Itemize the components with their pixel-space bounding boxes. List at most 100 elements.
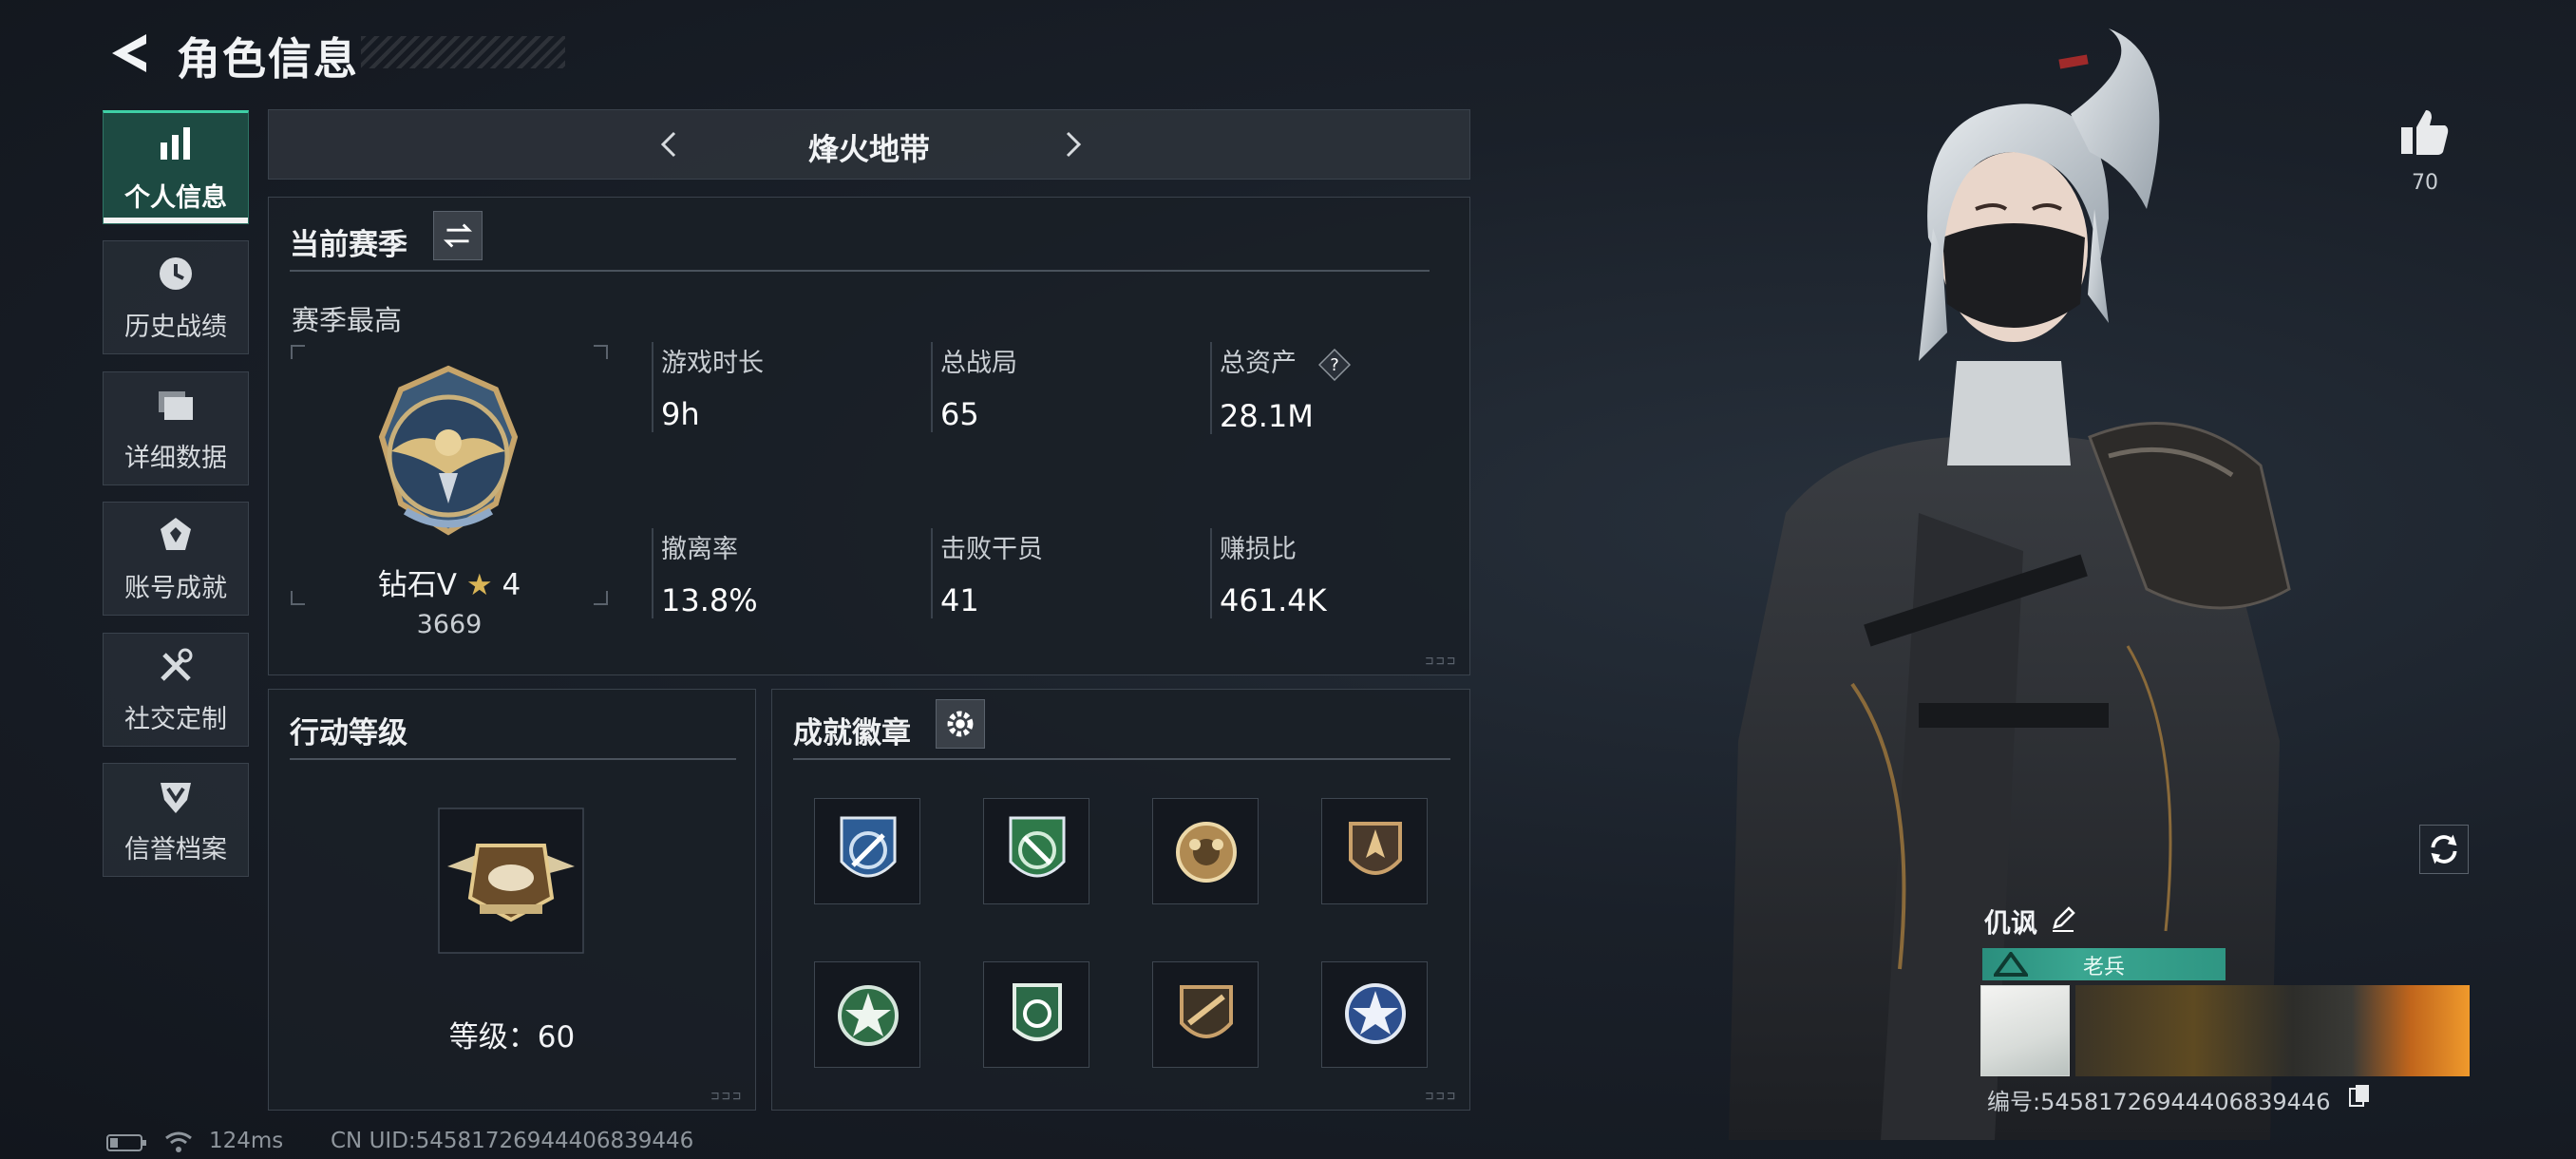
stat-play-time: 游戏时长 9h [652,342,764,432]
stat-value: 13.8% [661,582,758,618]
mode-selector: 烽火地带 [268,109,1470,180]
rank-stars: 4 [502,568,521,602]
badges-title: 成就徽章 [793,716,911,750]
level-emblem-icon [438,808,584,954]
like-count: 70 [2412,171,2438,195]
season-subtitle: 赛季最高 [292,304,403,336]
sidebar-item-label: 历史战绩 [124,312,227,342]
badges-panel: 成就徽章 ⊐⊐⊐ [771,689,1470,1111]
stat-total-matches: 总战局 65 [931,342,1017,432]
sidebar-item-label: 详细数据 [124,443,227,473]
profile-banner [2075,985,2470,1076]
active-indicator [104,218,248,223]
level-label: 等级：60 [448,1020,576,1054]
stat-value: 461.4K [1220,582,1327,618]
edit-pencil-icon[interactable] [2049,904,2077,933]
rotate-model-button[interactable] [2419,825,2469,874]
badge-slot[interactable] [814,961,920,1068]
folder-icon [159,390,193,420]
panel-corner-deco: ⊐⊐⊐ [710,1089,744,1104]
badge-slot[interactable] [1321,798,1428,904]
stat-operators-defeated: 击败干员 41 [931,528,1043,618]
divider [290,270,1430,272]
thumbs-up-icon[interactable] [2396,103,2454,162]
uid-text: CN UID:54581726944406839446 [331,1129,694,1153]
sidebar-item-label: 个人信息 [124,182,227,213]
badge-slot[interactable] [983,961,1089,1068]
badge-slot[interactable] [1321,961,1428,1068]
sidebar-item-history[interactable]: 历史战绩 [103,240,249,354]
diamond-rank-emblem-icon [378,365,519,536]
sidebar-item-achievements[interactable]: 账号成就 [103,502,249,616]
blue-shield-badge-icon [840,816,897,878]
stat-label: 游戏时长 [661,349,764,378]
player-title: 老兵 [2082,956,2125,979]
badge-slot[interactable] [1152,961,1259,1068]
sidebar-item-personal-info[interactable]: 个人信息 [103,110,249,224]
green-star-badge-icon [838,985,899,1046]
bar-chart-icon [161,126,190,160]
blue-star-badge-icon [1345,983,1406,1044]
stat-value: 28.1M [1220,397,1314,434]
sidebar-item-label: 社交定制 [124,704,227,734]
badge-slot[interactable] [1152,798,1259,904]
star-icon: ★ [465,568,493,602]
badge-settings-button[interactable] [936,699,985,749]
stat-profit-loss-ratio: 赚损比 461.4K [1210,528,1327,618]
sidebar-item-label: 信誉档案 [124,834,227,864]
sidebar-item-credit[interactable]: 信誉档案 [103,763,249,877]
player-title-bar: 老兵 [1982,948,2226,980]
stat-label: 撤离率 [661,535,738,564]
action-level-panel: 行动等级 等级：60 ⊐⊐⊐ [268,689,756,1111]
sidebar-item-detailed-data[interactable]: 详细数据 [103,371,249,485]
back-arrow-icon[interactable] [103,27,160,80]
bronze-arrow-badge-icon [1349,822,1402,875]
battery-icon [106,1134,146,1151]
switch-season-button[interactable] [433,211,483,260]
rank-name: 钻石V [377,568,457,602]
season-title: 当前赛季 [290,228,407,262]
badge-slot[interactable] [983,798,1089,904]
panel-corner-deco: ⊐⊐⊐ [1425,1089,1458,1104]
tools-icon [161,648,193,681]
stat-value: 9h [661,396,700,432]
rotate-icon [2431,834,2457,864]
stat-value: 65 [940,396,979,432]
help-mark: ? [1330,355,1339,375]
sidebar-item-social[interactable]: 社交定制 [103,633,249,747]
copy-icon[interactable] [2348,1083,2371,1110]
rank-points: 3669 [416,610,483,639]
rank-name-row: 钻石V ★ 4 [290,560,609,603]
achievement-icon [161,517,191,550]
stat-label: 击败干员 [940,535,1043,564]
stat-total-assets: 总资产 ? 28.1M [1210,342,1351,434]
stat-value: 41 [940,582,979,618]
next-mode-icon[interactable] [1053,125,1091,163]
green-crest-badge-icon [1013,983,1062,1041]
stat-label: 总资产 [1220,349,1297,378]
divider [290,758,736,760]
clock-icon [160,256,192,290]
player-id: 编号:54581726944406839446 [1987,1089,2331,1115]
credit-shield-icon [161,782,191,813]
panel-corner-deco: ⊐⊐⊐ [1425,654,1458,669]
green-shield-badge-icon [1009,816,1066,878]
help-icon[interactable]: ? [1317,348,1351,381]
badge-slot[interactable] [814,798,920,904]
swap-icon [443,223,473,248]
gear-icon [947,711,974,737]
wifi-icon [165,1131,192,1152]
ping-value: 124ms [209,1129,284,1153]
avatar[interactable] [1980,985,2070,1076]
page-title: 角色信息 [177,33,359,85]
sidebar-item-label: 账号成就 [124,573,227,603]
title-stripes [361,36,565,68]
mode-name: 烽火地带 [807,131,930,167]
stat-label: 总战局 [940,349,1017,378]
stat-label: 赚损比 [1220,535,1297,564]
bronze-round-badge-icon [1176,822,1237,883]
player-name: 仉讽 [1984,907,2038,939]
action-level-title: 行动等级 [290,716,407,750]
bronze-rifle-badge-icon [1180,985,1233,1038]
divider [793,758,1450,760]
